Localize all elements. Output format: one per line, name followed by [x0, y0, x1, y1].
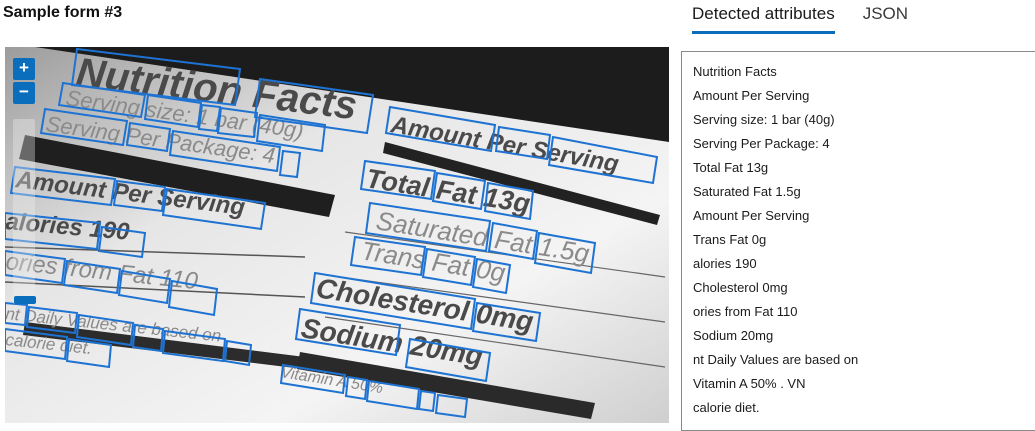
attribute-item: alories 190	[693, 256, 757, 271]
image-viewer[interactable]: Nutrition Facts Amount Per Serving Total…	[5, 47, 669, 423]
attribute-item: Saturated Fat 1.5g	[693, 184, 801, 199]
attribute-item: ories from Fat 110	[693, 304, 798, 319]
attribute-item: Cholesterol 0mg	[693, 280, 788, 295]
nutrition-label-photo: Nutrition Facts Amount Per Serving Total…	[5, 47, 669, 423]
attribute-item: Serving size: 1 bar (40g)	[693, 112, 835, 127]
zoom-out-button[interactable]: −	[13, 82, 35, 104]
form-title: Sample form #3	[3, 4, 123, 21]
attribute-item: Amount Per Serving	[693, 208, 810, 223]
tab-detected-attributes[interactable]: Detected attributes	[692, 0, 835, 34]
detected-attributes-panel: Nutrition Facts Amount Per Serving Servi…	[681, 51, 1035, 431]
attribute-item: Total Fat 13g	[693, 160, 769, 175]
zoom-slider-thumb[interactable]	[14, 296, 36, 304]
attribute-item: Nutrition Facts	[693, 64, 777, 79]
attribute-item: Serving Per Package: 4	[693, 136, 830, 151]
attribute-item: Vitamin A 50% . VN	[693, 376, 806, 391]
attribute-item: nt Daily Values are based on	[693, 352, 859, 367]
attribute-item: Amount Per Serving	[693, 88, 810, 103]
attribute-item: Trans Fat 0g	[693, 232, 767, 247]
zoom-slider-track[interactable]	[13, 119, 35, 304]
zoom-in-button[interactable]: +	[13, 58, 35, 80]
attribute-item: Sodium 20mg	[693, 328, 774, 343]
tab-json[interactable]: JSON	[863, 0, 908, 34]
attribute-item: calorie diet.	[693, 400, 760, 415]
tab-bar: Detected attributes JSON	[692, 0, 908, 34]
